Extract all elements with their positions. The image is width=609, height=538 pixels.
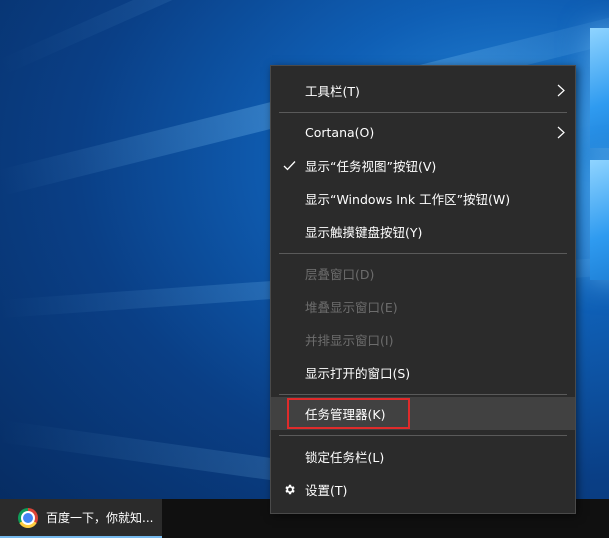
checkmark-icon — [281, 149, 297, 182]
menu-item-label: 锁定任务栏(L) — [305, 450, 385, 465]
menu-item-label: 并排显示窗口(I) — [305, 333, 394, 348]
menu-item-label: 显示“Windows Ink 工作区”按钮(W) — [305, 192, 511, 207]
menu-item-label: 工具栏(T) — [305, 84, 360, 99]
menu-item-side-by-side-windows: 并排显示窗口(I) — [271, 323, 575, 356]
menu-item-toolbars[interactable]: 工具栏(T) — [271, 74, 575, 107]
chevron-right-icon — [557, 116, 565, 149]
menu-separator — [279, 253, 567, 254]
menu-separator — [279, 112, 567, 113]
menu-item-show-windows-ink-button[interactable]: 显示“Windows Ink 工作区”按钮(W) — [271, 182, 575, 215]
taskbar-app-label: 百度一下，你就知... — [46, 511, 154, 525]
menu-item-label: 设置(T) — [305, 483, 348, 498]
menu-item-show-task-view-button[interactable]: 显示“任务视图”按钮(V) — [271, 149, 575, 182]
menu-item-label: 任务管理器(K) — [305, 407, 386, 422]
menu-item-cascade-windows: 层叠窗口(D) — [271, 257, 575, 290]
menu-item-stack-windows: 堆叠显示窗口(E) — [271, 290, 575, 323]
menu-item-cortana[interactable]: Cortana(O) — [271, 116, 575, 149]
menu-item-task-manager[interactable]: 任务管理器(K) — [271, 397, 575, 430]
menu-item-label: 显示触摸键盘按钮(Y) — [305, 225, 423, 240]
menu-item-show-touch-keyboard-button[interactable]: 显示触摸键盘按钮(Y) — [271, 215, 575, 248]
menu-item-settings[interactable]: 设置(T) — [271, 473, 575, 506]
menu-separator — [279, 435, 567, 436]
menu-separator — [279, 394, 567, 395]
gear-icon — [281, 473, 297, 506]
menu-item-label: 显示打开的窗口(S) — [305, 366, 411, 381]
menu-item-label: 层叠窗口(D) — [305, 267, 375, 282]
chevron-right-icon — [557, 74, 565, 107]
windows-logo-pane — [590, 28, 609, 148]
menu-item-lock-taskbar[interactable]: 锁定任务栏(L) — [271, 440, 575, 473]
taskbar-context-menu: 工具栏(T) Cortana(O) 显示“任务视图”按钮(V) 显示“Windo… — [270, 65, 576, 514]
windows-logo-pane — [590, 160, 609, 280]
menu-item-label: 堆叠显示窗口(E) — [305, 300, 398, 315]
desktop-background: 百度一下，你就知... 工具栏(T) Cortana(O) 显示“任务视图”按钮… — [0, 0, 609, 538]
menu-item-label: Cortana(O) — [305, 125, 375, 140]
chrome-icon — [18, 507, 38, 528]
taskbar-app-chrome[interactable]: 百度一下，你就知... — [0, 499, 162, 538]
menu-item-label: 显示“任务视图”按钮(V) — [305, 159, 437, 174]
menu-item-show-open-windows[interactable]: 显示打开的窗口(S) — [271, 356, 575, 389]
